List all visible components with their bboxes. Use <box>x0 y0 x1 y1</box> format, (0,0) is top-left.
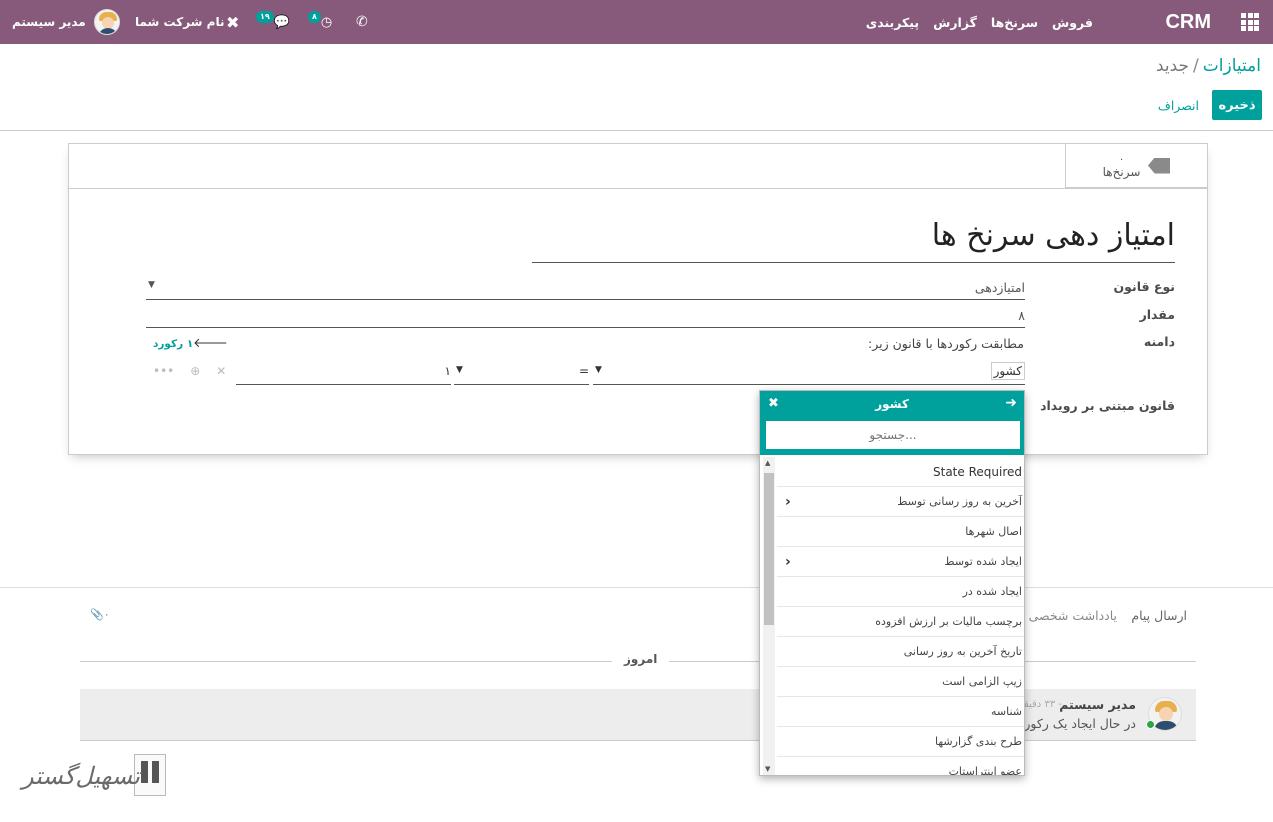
tools-icon[interactable]: ✖ <box>226 0 239 44</box>
domain-operator: = <box>578 364 589 378</box>
field-option[interactable]: State Required <box>777 457 1024 487</box>
breadcrumb-parent[interactable]: امتیازات <box>1203 56 1261 76</box>
field-search-input[interactable] <box>766 421 1020 449</box>
more-icon[interactable]: ••• <box>153 364 174 378</box>
breadcrumb: امتیازات/جدید <box>1156 56 1261 76</box>
form-sheet: ۰ سرنخ‌ها امتیاز دهی سرنخ ها نوع قانون ا… <box>68 143 1208 455</box>
domain-row-controls: ••• ⊕ ✕ <box>153 364 226 378</box>
field-list: State Required آخرین به روز رسانی توسط › … <box>777 457 1024 775</box>
domain-value: ۱ <box>444 364 451 378</box>
field-option[interactable]: ایجاد شده توسط › <box>777 547 1024 577</box>
domain-path-chip: کشور <box>990 362 1025 380</box>
domain-description: مطابقت رکوردها با قانون زیر: <box>868 336 1024 351</box>
menu-item-sales[interactable]: فروش <box>1052 15 1093 30</box>
chevron-right-icon[interactable]: › <box>785 487 791 517</box>
breadcrumb-separator: / <box>1193 56 1199 76</box>
rule-type-label: نوع قانون <box>1113 279 1176 294</box>
chat-badge: ۱۹ <box>256 11 274 23</box>
chatter-divider <box>0 587 1273 588</box>
smart-button-label: سرنخ‌ها <box>1102 164 1141 179</box>
attachments-button[interactable]: 📎۰ <box>90 608 110 621</box>
chat-icon[interactable]: ۱۹ 💬 <box>256 0 290 44</box>
value-label: مقدار <box>1139 307 1175 322</box>
scrollbar-thumb[interactable] <box>764 473 774 625</box>
field-option[interactable]: شناسه <box>777 697 1024 727</box>
field-option[interactable]: طرح بندی گزارشها <box>777 727 1024 757</box>
user-menu[interactable]: مدیر سیستم <box>12 0 120 44</box>
menu-item-reporting[interactable]: گزارش <box>933 15 977 30</box>
field-option[interactable]: برچسب مالیات بر ارزش افزوده <box>777 607 1024 637</box>
field-option[interactable]: تاریخ آخرین به روز رسانی <box>777 637 1024 667</box>
popover-scrollbar[interactable]: ▲ ▼ <box>763 457 775 775</box>
activity-badge: ۸ <box>308 11 321 23</box>
field-selector-popover: ✖ کشور ➜ ▲ ▼ State Required آخرین به روز… <box>759 390 1025 776</box>
tags-icon <box>1148 158 1170 174</box>
popover-header: ✖ کشور ➜ <box>760 391 1024 419</box>
discard-button[interactable]: انصراف <box>1158 90 1199 120</box>
field-option[interactable]: عضو اینتراستات <box>777 757 1024 775</box>
message-body: در حال ایجاد یک رکورد <box>1018 716 1136 731</box>
breadcrumb-current: جدید <box>1155 56 1190 76</box>
domain-value-input[interactable]: ۱ <box>236 364 451 385</box>
menu-item-configuration[interactable]: پیکربندی <box>866 15 919 30</box>
date-separator-label: امروز <box>612 652 670 666</box>
control-panel-divider <box>0 130 1273 131</box>
button-box-divider <box>69 188 1207 189</box>
arrow-right-icon[interactable]: ➜ <box>1005 395 1017 411</box>
phone-icon[interactable]: ✆ <box>356 0 368 44</box>
field-option[interactable]: اصال شهرها <box>777 517 1024 547</box>
user-name: مدیر سیستم <box>12 15 86 29</box>
company-switcher[interactable]: نام شرکت شما <box>135 0 224 44</box>
field-option[interactable]: ایجاد شده در <box>777 577 1024 607</box>
rule-name-input[interactable]: امتیاز دهی سرنخ ها <box>532 218 1175 263</box>
online-status-icon <box>1146 720 1155 729</box>
field-option[interactable]: آخرین به روز رسانی توسط › <box>777 487 1024 517</box>
rule-type-select[interactable]: امتیازدهی ▼ <box>146 280 1025 300</box>
add-rule-icon[interactable]: ⊕ <box>190 364 200 378</box>
log-note-button[interactable]: یادداشت شخصی <box>1029 608 1117 623</box>
domain-path-field[interactable]: کشور ▼ <box>593 362 1025 385</box>
message-avatar <box>1146 697 1182 731</box>
scroll-down-icon[interactable]: ▼ <box>765 765 770 773</box>
record-count-link[interactable]: ۱ رکورد <box>153 338 193 350</box>
attachment-count: ۰ <box>103 608 110 621</box>
message-author[interactable]: مدیر سیستم <box>1059 697 1136 712</box>
arrow-left-icon[interactable]: 🡐 <box>193 335 228 351</box>
paperclip-icon: 📎 <box>90 608 104 621</box>
watermark-logo: تسهیل‌گستر <box>22 752 172 802</box>
main-menu: فروش سرنخ‌ها گزارش پیکربندی <box>866 0 1093 44</box>
popover-title: کشور <box>875 397 909 411</box>
leads-smart-button[interactable]: ۰ سرنخ‌ها <box>1065 144 1207 188</box>
caret-down-icon: ▼ <box>148 280 155 290</box>
event-rule-label: قانون مبتنی بر رویداد <box>1040 398 1175 413</box>
top-navbar: CRM فروش سرنخ‌ها گزارش پیکربندی مدیر سیس… <box>0 0 1273 44</box>
app-brand[interactable]: CRM <box>1165 0 1211 44</box>
field-option[interactable]: زیپ الزامی است <box>777 667 1024 697</box>
caret-down-icon: ▼ <box>456 365 463 375</box>
apps-menu-icon[interactable] <box>1241 0 1259 44</box>
menu-item-leads[interactable]: سرنخ‌ها <box>991 15 1038 30</box>
save-button[interactable]: ذخیره <box>1212 90 1262 120</box>
send-message-button[interactable]: ارسال پیام <box>1131 608 1187 623</box>
rule-type-value: امتیازدهی <box>974 280 1025 295</box>
value-input[interactable]: ۸ <box>146 308 1025 328</box>
message-time: - ۳۳ دقیقه <box>1018 699 1062 710</box>
user-avatar <box>93 9 120 35</box>
watermark-text: تسهیل‌گستر <box>22 762 140 790</box>
clock-icon[interactable]: ۸ ◷ <box>308 0 332 44</box>
chatter-message: مدیر سیستم - ۳۳ دقیقه در حال ایجاد یک رک… <box>80 689 1196 741</box>
domain-operator-select[interactable]: = ▼ <box>454 364 589 385</box>
scroll-up-icon[interactable]: ▲ <box>765 459 770 467</box>
chevron-right-icon[interactable]: › <box>785 547 791 577</box>
caret-down-icon: ▼ <box>595 365 602 375</box>
delete-rule-icon[interactable]: ✕ <box>216 364 226 378</box>
domain-label: دامنه <box>1143 334 1175 349</box>
